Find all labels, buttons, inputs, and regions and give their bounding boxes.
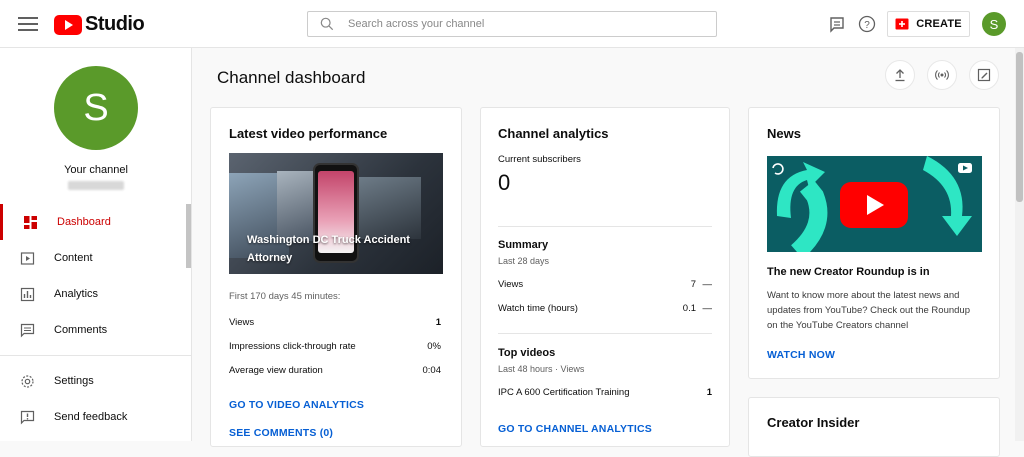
news-body: Want to know more about the latest news … [767, 290, 970, 331]
page-scrollbar[interactable] [1015, 48, 1024, 441]
live-broadcast-icon [935, 70, 949, 80]
studio-logo[interactable]: Studio [54, 13, 145, 36]
sidebar-item-send-feedback[interactable]: Send feedback [0, 399, 185, 435]
sidebar-item-label: Comments [54, 324, 108, 336]
sidebar-item-label: Analytics [54, 288, 99, 300]
help-icon[interactable]: ? [858, 15, 876, 33]
creator-roundup-graphic [767, 156, 982, 252]
sidebar-item-analytics[interactable]: Analytics [0, 276, 185, 312]
stat-value: 0:04 [422, 365, 442, 376]
your-channel-label: Your channel [64, 164, 128, 176]
summary-stat-trend: — [702, 279, 713, 290]
create-button[interactable]: CREATE [887, 11, 970, 37]
sidebar: S Your channel Dashboard Content Analyti… [0, 48, 192, 441]
dashboard-icon [24, 215, 37, 229]
channel-name-blurred [68, 181, 124, 190]
logo-text: Studio [85, 13, 145, 35]
summary-stat-value: 0.1 [682, 303, 696, 314]
page-title: Channel dashboard [217, 68, 366, 87]
stat-label: Views [229, 317, 255, 328]
news-headline: The new Creator Roundup is in [767, 266, 930, 278]
divider [498, 333, 712, 334]
sidebar-item-content[interactable]: Content [0, 240, 185, 276]
summary-stat-trend: — [702, 303, 713, 314]
subscribers-label: Current subscribers [498, 154, 581, 165]
summary-title: Summary [498, 239, 549, 251]
page-scrollbar-thumb[interactable] [1016, 52, 1023, 202]
sidebar-item-comments[interactable]: Comments [0, 312, 185, 348]
top-bar: Studio Search across your channel ? CREA… [0, 0, 1024, 48]
summary-stat-value: 7 [690, 279, 696, 290]
search-placeholder: Search across your channel [348, 18, 485, 30]
create-post-button[interactable] [969, 60, 999, 90]
feedback-icon [20, 410, 35, 424]
stat-label: Impressions click-through rate [229, 341, 356, 352]
content-icon [20, 251, 35, 265]
sidebar-item-label: Dashboard [57, 216, 111, 228]
edit-icon [977, 68, 991, 82]
go-live-button[interactable] [927, 60, 957, 90]
video-thumbnail[interactable]: Washington DC Truck Accident Attorney [229, 153, 443, 274]
summary-stat-label: Watch time (hours) [498, 303, 578, 314]
messages-icon[interactable] [828, 15, 846, 33]
latest-video-title: Latest video performance [229, 126, 388, 141]
hamburger-menu-icon[interactable] [18, 15, 38, 33]
account-avatar[interactable]: S [982, 12, 1006, 36]
upload-icon [895, 69, 905, 82]
youtube-logo-icon [54, 14, 82, 35]
sidebar-item-settings[interactable]: Settings [0, 363, 185, 399]
summary-period: Last 28 days [498, 256, 550, 266]
watch-now-link[interactable]: WATCH NOW [767, 349, 835, 361]
thumbnail-photo [357, 177, 421, 239]
comments-icon [20, 323, 35, 337]
search-icon [320, 17, 334, 31]
period-label: First 170 days 45 minutes: [229, 291, 341, 302]
news-title: News [767, 126, 801, 141]
video-title: Washington DC Truck Accident Attorney [247, 234, 410, 264]
search-input[interactable]: Search across your channel [307, 11, 717, 37]
svg-text:?: ? [864, 20, 870, 31]
gear-icon [21, 374, 34, 388]
sidebar-item-label: Send feedback [54, 411, 128, 423]
summary-stat-label: Views [498, 279, 524, 290]
stat-label: Average view duration [229, 365, 323, 376]
see-comments-link[interactable]: SEE COMMENTS (0) [229, 427, 333, 439]
sidebar-item-dashboard[interactable]: Dashboard [0, 204, 185, 240]
analytics-icon [20, 287, 35, 301]
stat-value: 1 [435, 317, 441, 328]
top-videos-title: Top videos [498, 347, 556, 359]
sidebar-divider [0, 355, 191, 356]
sidebar-item-label: Settings [54, 375, 94, 387]
sidebar-item-label: Content [54, 252, 93, 264]
creator-insider-title: Creator Insider [767, 415, 860, 430]
go-to-channel-analytics-link[interactable]: GO TO CHANNEL ANALYTICS [498, 423, 652, 435]
subscribers-count: 0 [498, 170, 511, 195]
upload-button[interactable] [885, 60, 915, 90]
news-thumbnail[interactable] [767, 156, 982, 252]
create-label: CREATE [916, 18, 962, 30]
divider [498, 226, 712, 227]
top-videos-period: Last 48 hours · Views [498, 364, 585, 374]
go-to-video-analytics-link[interactable]: GO TO VIDEO ANALYTICS [229, 399, 364, 411]
sidebar-scrollbar[interactable] [186, 204, 191, 268]
channel-analytics-title: Channel analytics [498, 126, 609, 141]
top-video-views: 1 [706, 387, 712, 398]
channel-avatar[interactable]: S [54, 66, 138, 150]
stat-value: 0% [427, 341, 441, 352]
top-video-title[interactable]: IPC A 600 Certification Training [498, 387, 630, 398]
video-plus-icon [895, 18, 909, 30]
